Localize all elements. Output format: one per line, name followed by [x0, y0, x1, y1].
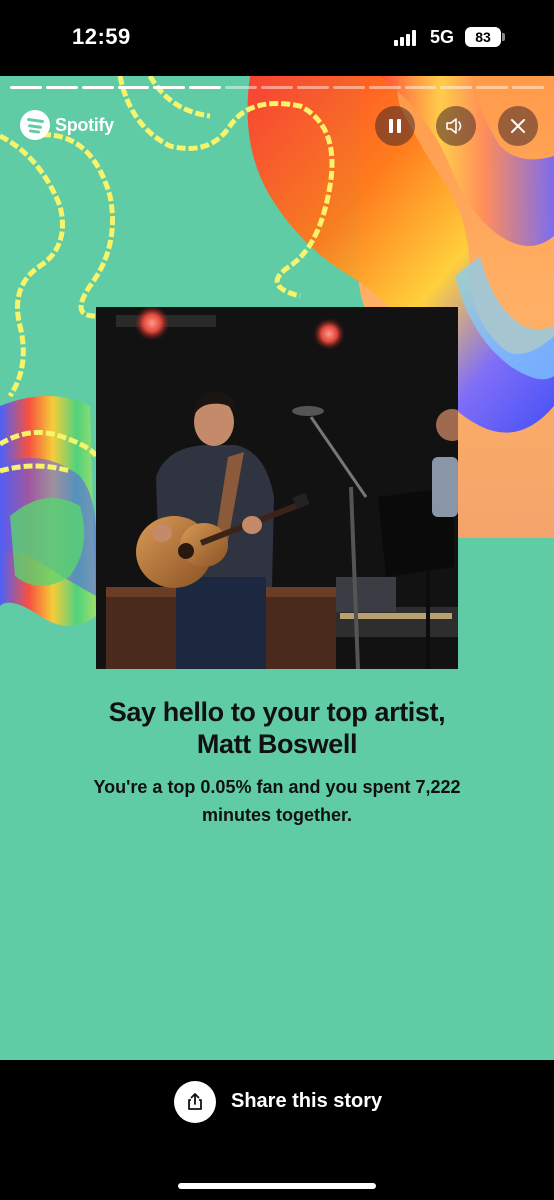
share-button[interactable]: [174, 1081, 216, 1123]
progress-segment: [153, 86, 186, 89]
spotify-icon: [20, 110, 50, 140]
close-icon: [511, 119, 525, 133]
progress-segment: [440, 86, 473, 89]
progress-segment: [404, 86, 437, 89]
progress-segment: [117, 86, 150, 89]
fan-stats-line-1: You're a top 0.05% fan and you spent 7,2…: [93, 777, 461, 797]
status-bar: 12:59 5G 83: [0, 0, 554, 76]
headline: Say hello to your top artist, Matt Boswe…: [40, 696, 514, 760]
share-label[interactable]: Share this story: [231, 1090, 382, 1113]
artist-photo: [96, 307, 458, 669]
story-card[interactable]: Spotify Say hello to your top artist, Ma…: [0, 76, 554, 1060]
headline-line-1: Say hello to your top artist,: [108, 697, 446, 727]
pause-button[interactable]: [375, 106, 415, 146]
progress-segment: [225, 86, 258, 89]
share-icon: [188, 1093, 202, 1110]
cellular-signal-icon: [394, 30, 418, 46]
pause-icon: [389, 119, 401, 133]
progress-segment: [10, 86, 42, 89]
battery-cap: [502, 33, 505, 41]
close-button[interactable]: [498, 106, 538, 146]
speaker-icon: [446, 118, 462, 134]
progress-segment: [296, 86, 329, 89]
status-time: 12:59: [72, 24, 131, 49]
progress-segment: [189, 86, 222, 89]
network-type: 5G: [430, 27, 455, 47]
progress-segment: [476, 86, 509, 89]
progress-segment: [45, 86, 78, 89]
progress-segment: [512, 86, 544, 89]
fan-stats-line-2: minutes together.: [201, 805, 353, 825]
battery-icon: 83: [465, 27, 501, 47]
artist-name: Matt Boswell: [196, 729, 358, 759]
progress-segment: [261, 86, 293, 89]
story-progress-bar: [10, 86, 544, 90]
spotify-wordmark: Spotify: [55, 114, 114, 135]
share-bar: Share this story: [0, 1060, 554, 1200]
progress-segment: [368, 86, 401, 89]
progress-segment: [81, 86, 114, 89]
sound-button[interactable]: [436, 106, 476, 146]
home-indicator[interactable]: [178, 1183, 376, 1189]
spotify-logo: Spotify: [20, 108, 114, 142]
story-top-bar: Spotify: [0, 104, 554, 148]
fan-stats: You're a top 0.05% fan and you spent 7,2…: [50, 773, 504, 829]
progress-segment: [332, 86, 365, 89]
battery-level: 83: [475, 29, 491, 45]
